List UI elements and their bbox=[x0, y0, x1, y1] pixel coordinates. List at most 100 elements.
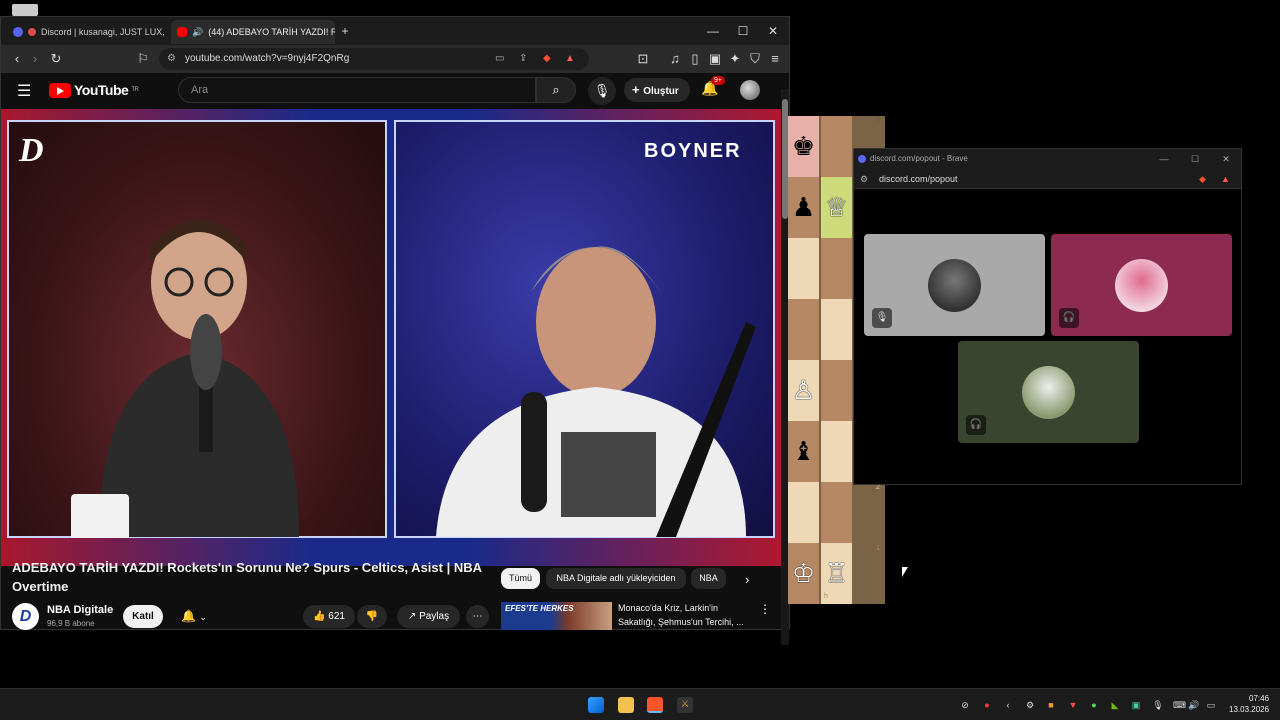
battery-icon[interactable]: ▭ bbox=[1205, 699, 1217, 711]
popout-close-button[interactable]: ✕ bbox=[1216, 149, 1236, 169]
address-bar[interactable]: ⚙ youtube.com/watch?v=9nyj4F2QnRg ▭ ⇪ ◆ … bbox=[159, 48, 589, 70]
cast-icon[interactable]: ▭ bbox=[495, 48, 504, 70]
microphone-icon[interactable]: 🎙 bbox=[1152, 699, 1164, 711]
media-icon[interactable]: ♫ bbox=[665, 49, 685, 69]
square-h3[interactable] bbox=[821, 421, 852, 482]
search-input[interactable]: Ara bbox=[178, 77, 536, 103]
black-bishop[interactable]: ♝ bbox=[788, 421, 819, 482]
black-pawn[interactable]: ♟ bbox=[788, 177, 819, 238]
square-h6[interactable] bbox=[821, 238, 852, 299]
discord-popout-window: discord.com/popout - Brave — ☐ ✕ ⚙ disco… bbox=[853, 148, 1242, 485]
brave-rewards-icon[interactable]: ▲ bbox=[565, 48, 575, 70]
chip-nba[interactable]: NBA bbox=[691, 568, 726, 589]
white-queen[interactable]: ♕ bbox=[821, 177, 852, 238]
close-window-button[interactable]: ✕ bbox=[763, 21, 783, 41]
new-tab-button[interactable]: + bbox=[335, 21, 355, 41]
rank-label-8: 8 bbox=[876, 118, 880, 125]
participant-tile[interactable]: 🎙 bbox=[864, 234, 1045, 336]
brave-shields-icon[interactable]: ◆ bbox=[543, 48, 551, 70]
share-page-icon[interactable]: ⇪ bbox=[519, 48, 527, 70]
start-windows-icon[interactable] bbox=[588, 697, 604, 713]
chips-next-icon[interactable]: › bbox=[745, 572, 749, 587]
popout-maximize-button[interactable]: ☐ bbox=[1185, 149, 1205, 169]
maximize-button[interactable]: ☐ bbox=[733, 21, 753, 41]
square-h5[interactable] bbox=[821, 299, 852, 360]
participant-tile[interactable]: 🎧 bbox=[958, 341, 1139, 443]
popout-minimize-button[interactable]: — bbox=[1154, 149, 1174, 169]
tray-settings-icon[interactable]: ⚙ bbox=[1024, 699, 1036, 711]
tray-app-icon[interactable]: ■ bbox=[1045, 699, 1057, 711]
subscription-bell-button[interactable]: 🔔 ⌄ bbox=[171, 605, 217, 628]
tray-chevron-icon[interactable]: ‹ bbox=[1002, 699, 1014, 711]
dislike-button[interactable]: 👎 bbox=[357, 605, 387, 628]
more-actions-button[interactable]: ⋯ bbox=[466, 605, 489, 628]
recommendation-menu-icon[interactable]: ⋮ bbox=[759, 602, 771, 616]
nvidia-icon[interactable]: ◣ bbox=[1109, 699, 1121, 711]
chip-from-uploader[interactable]: NBA Digitale adlı yükleyiciden bbox=[546, 568, 686, 589]
clock-date[interactable]: 13.03.2026 bbox=[1229, 705, 1269, 714]
tab-discord[interactable]: Discord | kusanagi, JUST LUX, "Yü bbox=[7, 20, 167, 44]
more-icon: ⋯ bbox=[472, 611, 483, 622]
screenshot-icon[interactable]: ⊡ bbox=[633, 49, 653, 69]
tray-app-icon[interactable]: ⊘ bbox=[959, 699, 971, 711]
tray-app-icon[interactable]: ● bbox=[1088, 699, 1100, 711]
share-button[interactable]: ↗ Paylaş bbox=[397, 605, 460, 628]
white-king[interactable]: ♔ bbox=[788, 543, 819, 604]
square-h8[interactable] bbox=[821, 116, 852, 177]
bookmark-icon[interactable]: ⚐ bbox=[133, 49, 153, 69]
square-h2[interactable] bbox=[821, 482, 852, 543]
leo-icon[interactable]: ✦ bbox=[725, 49, 745, 69]
wallet-icon[interactable]: ▣ bbox=[705, 49, 725, 69]
tab-youtube[interactable]: 🔊 (44) ADEBAYO TARİH YAZDI! R ✕ bbox=[171, 20, 335, 44]
join-button[interactable]: Katıl bbox=[123, 605, 163, 628]
forward-icon[interactable]: › bbox=[25, 49, 45, 69]
youtube-logo[interactable]: YouTube TR bbox=[49, 82, 139, 98]
voice-search-button[interactable]: 🎙 bbox=[588, 77, 616, 105]
square-g5[interactable] bbox=[788, 299, 819, 360]
white-pawn[interactable]: ♙ bbox=[788, 360, 819, 421]
tab-bar: Discord | kusanagi, JUST LUX, "Yü 🔊 (44)… bbox=[1, 17, 789, 45]
brave-shields-icon[interactable]: ◆ bbox=[1199, 169, 1206, 189]
sidebar-icon[interactable]: ▯ bbox=[685, 49, 705, 69]
share-icon: ↗ bbox=[407, 611, 417, 622]
site-info-icon[interactable]: ⚙ bbox=[860, 169, 868, 189]
brave-browser-icon[interactable] bbox=[647, 697, 663, 713]
chip-all[interactable]: Tümü bbox=[501, 568, 540, 589]
square-h4[interactable] bbox=[821, 360, 852, 421]
volume-icon[interactable]: 🔊 bbox=[1188, 699, 1200, 711]
clock-time[interactable]: 07:46 bbox=[1249, 694, 1269, 703]
site-info-icon[interactable]: ⚙ bbox=[167, 48, 176, 70]
bell-icon: 🔔 bbox=[181, 609, 197, 623]
channel-name[interactable]: NBA Digitale bbox=[47, 604, 113, 616]
video-player[interactable]: D BOYNER bbox=[1, 109, 781, 566]
hamburger-menu-icon[interactable]: ☰ bbox=[17, 81, 31, 101]
minimize-button[interactable]: — bbox=[703, 21, 723, 41]
reload-icon[interactable]: ↻ bbox=[46, 49, 66, 69]
chevron-down-icon: ⌄ bbox=[199, 612, 207, 622]
thumbs-down-icon: 👎 bbox=[365, 611, 379, 622]
search-button[interactable]: ⌕ bbox=[536, 77, 576, 103]
participant-tile[interactable]: 🎧 bbox=[1051, 234, 1232, 336]
square-g6[interactable] bbox=[788, 238, 819, 299]
file-explorer-icon[interactable] bbox=[618, 697, 634, 713]
vpn-icon[interactable]: ⛉ bbox=[745, 49, 765, 69]
popout-title: discord.com/popout - Brave bbox=[870, 154, 968, 163]
like-button[interactable]: 👍 621 bbox=[303, 605, 355, 628]
browser-window: Discord | kusanagi, JUST LUX, "Yü 🔊 (44)… bbox=[0, 16, 790, 645]
tray-record-icon[interactable]: ● bbox=[981, 699, 993, 711]
back-icon[interactable]: ‹ bbox=[7, 49, 27, 69]
create-button[interactable]: + Oluştur bbox=[624, 78, 690, 102]
black-king[interactable]: ♚ bbox=[788, 116, 819, 177]
recommendation-title[interactable]: Monaco'da Kriz, Larkin'in Sakatlığı, Şeh… bbox=[618, 601, 756, 629]
tray-app-icon[interactable]: ▣ bbox=[1130, 699, 1142, 711]
recommendation-thumbnail[interactable]: EFES'TE HERKES bbox=[501, 602, 612, 630]
channel-avatar[interactable]: D bbox=[12, 603, 39, 630]
brave-rewards-icon[interactable]: ▲ bbox=[1221, 169, 1230, 189]
menu-icon[interactable]: ≡ bbox=[765, 49, 785, 69]
league-of-legends-icon[interactable]: ⚔ bbox=[677, 697, 693, 713]
desktop-icon[interactable] bbox=[12, 4, 38, 16]
tray-app-icon[interactable]: ▼ bbox=[1067, 699, 1079, 711]
network-icon[interactable]: ⌨ bbox=[1173, 699, 1186, 711]
account-avatar[interactable] bbox=[740, 80, 760, 100]
square-g2[interactable] bbox=[788, 482, 819, 543]
